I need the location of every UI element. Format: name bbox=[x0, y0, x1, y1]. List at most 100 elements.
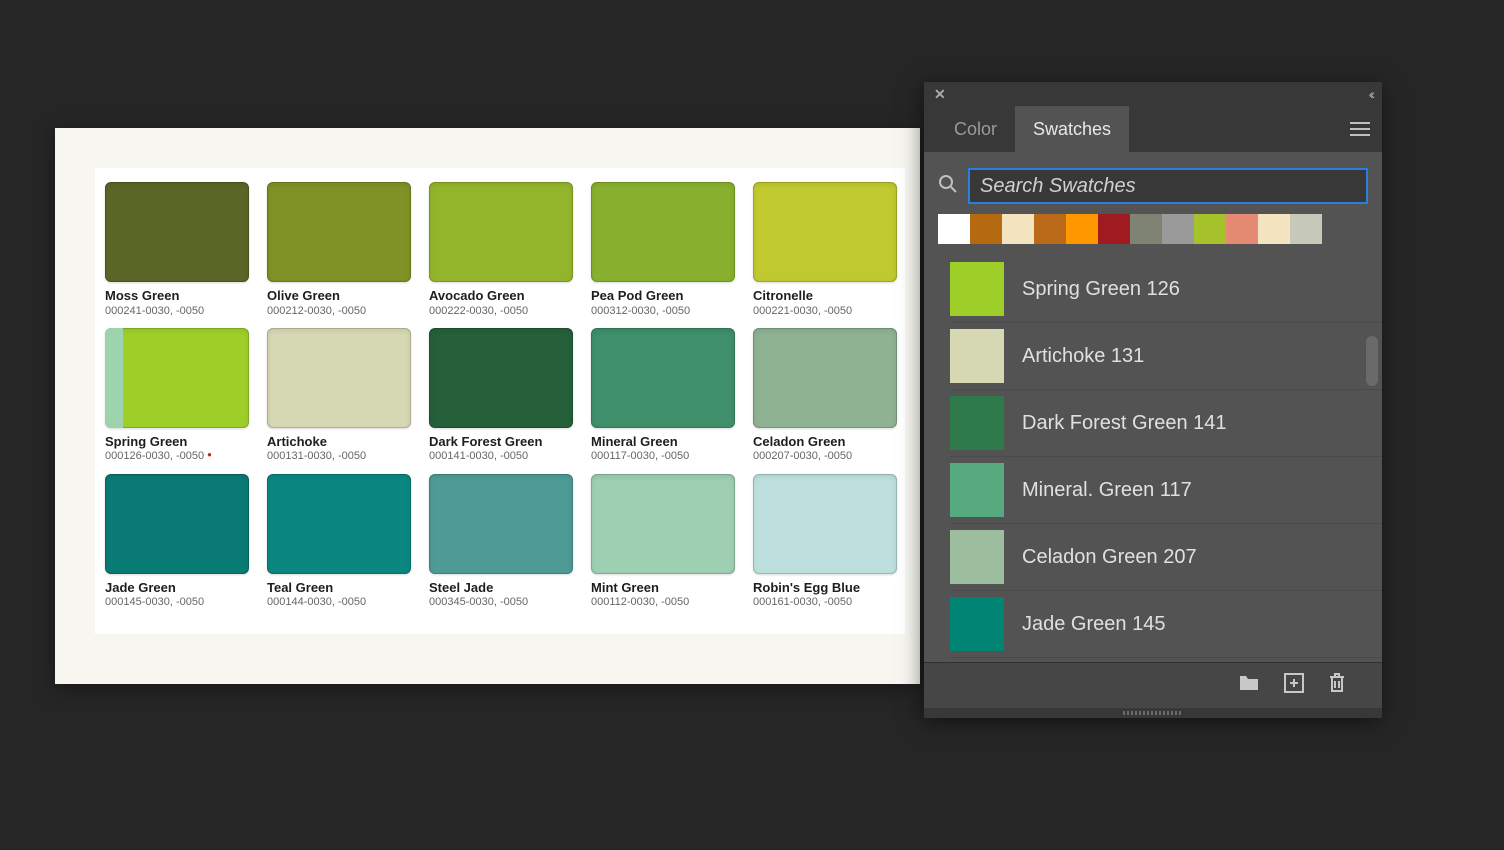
list-label: Artichoke 131 bbox=[1022, 345, 1144, 368]
list-label: Spring Green 126 bbox=[1022, 278, 1180, 301]
swatch-cell[interactable]: Spring Green000126-0030, -0050 bbox=[105, 328, 249, 464]
swatch-list-item[interactable]: Dark Forest Green 141 bbox=[950, 390, 1382, 457]
swatch-code: 000207-0030, -0050 bbox=[753, 450, 897, 463]
swatch-chip[interactable] bbox=[267, 328, 411, 428]
swatch-chip[interactable] bbox=[267, 474, 411, 574]
swatch-code: 000117-0030, -0050 bbox=[591, 450, 735, 463]
canvas-document[interactable]: Moss Green000241-0030, -0050Olive Green0… bbox=[55, 128, 920, 684]
recent-color-chip[interactable] bbox=[1226, 214, 1258, 244]
swatch-name: Spring Green bbox=[105, 434, 249, 450]
swatch-code: 000241-0030, -0050 bbox=[105, 305, 249, 318]
swatch-chip[interactable] bbox=[429, 182, 573, 282]
swatch-code: 000212-0030, -0050 bbox=[267, 305, 411, 318]
swatch-cell[interactable]: Steel Jade000345-0030, -0050 bbox=[429, 474, 573, 610]
list-label: Mineral. Green 117 bbox=[1022, 479, 1192, 502]
swatch-chip[interactable] bbox=[105, 182, 249, 282]
close-icon[interactable]: ✕ bbox=[934, 86, 946, 103]
swatch-cell[interactable]: Avocado Green000222-0030, -0050 bbox=[429, 182, 573, 318]
swatch-list-item[interactable]: Mineral. Green 117 bbox=[950, 457, 1382, 524]
folder-icon[interactable] bbox=[1238, 674, 1260, 697]
list-chip bbox=[950, 530, 1004, 584]
new-swatch-icon[interactable] bbox=[1284, 673, 1304, 698]
swatch-list-item[interactable]: Jade Green 145 bbox=[950, 591, 1382, 658]
swatch-chip[interactable] bbox=[753, 182, 897, 282]
swatch-list-item[interactable]: Spring Green 126 bbox=[950, 256, 1382, 323]
recent-color-chip[interactable] bbox=[938, 214, 970, 244]
swatches-panel: ✕ ‹‹ Color Swatches Spring Green 126 Arti… bbox=[924, 82, 1382, 718]
swatch-cell[interactable]: Mineral Green000117-0030, -0050 bbox=[591, 328, 735, 464]
recent-color-chip[interactable] bbox=[1002, 214, 1034, 244]
swatch-cell[interactable]: Olive Green000212-0030, -0050 bbox=[267, 182, 411, 318]
recent-color-chip[interactable] bbox=[1162, 214, 1194, 244]
swatch-chip[interactable] bbox=[753, 328, 897, 428]
recent-color-chip[interactable] bbox=[970, 214, 1002, 244]
swatch-code: 000126-0030, -0050 bbox=[105, 450, 249, 463]
swatch-name: Citronelle bbox=[753, 288, 897, 304]
swatch-code: 000144-0030, -0050 bbox=[267, 596, 411, 609]
list-chip bbox=[950, 262, 1004, 316]
tab-color[interactable]: Color bbox=[936, 106, 1015, 152]
swatch-cell[interactable]: Citronelle000221-0030, -0050 bbox=[753, 182, 897, 318]
swatch-chip[interactable] bbox=[429, 474, 573, 574]
swatch-cell[interactable]: Artichoke000131-0030, -0050 bbox=[267, 328, 411, 464]
list-chip bbox=[950, 329, 1004, 383]
collapse-icon[interactable]: ‹‹ bbox=[1369, 86, 1372, 102]
swatch-name: Pea Pod Green bbox=[591, 288, 735, 304]
search-input[interactable] bbox=[968, 168, 1368, 204]
panel-body: Spring Green 126 Artichoke 131 Dark Forest… bbox=[924, 152, 1382, 708]
swatch-chip[interactable] bbox=[105, 328, 249, 428]
recent-color-chip[interactable] bbox=[1130, 214, 1162, 244]
recent-color-chip[interactable] bbox=[1034, 214, 1066, 244]
swatch-chip[interactable] bbox=[267, 182, 411, 282]
list-chip bbox=[950, 597, 1004, 651]
swatch-list-item[interactable]: Celadon Green 207 bbox=[950, 524, 1382, 591]
swatch-chip[interactable] bbox=[591, 474, 735, 574]
swatch-code: 000145-0030, -0050 bbox=[105, 596, 249, 609]
list-label: Jade Green 145 bbox=[1022, 613, 1165, 636]
resize-grip[interactable] bbox=[924, 708, 1382, 718]
swatch-list[interactable]: Spring Green 126 Artichoke 131 Dark Forest… bbox=[924, 256, 1382, 662]
search-icon bbox=[938, 174, 958, 199]
tab-swatches[interactable]: Swatches bbox=[1015, 106, 1129, 152]
swatch-code: 000112-0030, -0050 bbox=[591, 596, 735, 609]
trash-icon[interactable] bbox=[1328, 672, 1346, 699]
swatch-name: Steel Jade bbox=[429, 580, 573, 596]
swatch-name: Artichoke bbox=[267, 434, 411, 450]
swatch-cell[interactable]: Dark Forest Green000141-0030, -0050 bbox=[429, 328, 573, 464]
swatch-cell[interactable]: Pea Pod Green000312-0030, -0050 bbox=[591, 182, 735, 318]
recent-color-chip[interactable] bbox=[1098, 214, 1130, 244]
list-label: Celadon Green 207 bbox=[1022, 546, 1197, 569]
swatch-chip[interactable] bbox=[591, 328, 735, 428]
panel-menu-icon[interactable] bbox=[1350, 122, 1370, 136]
swatch-code: 000221-0030, -0050 bbox=[753, 305, 897, 318]
swatch-cell[interactable]: Celadon Green000207-0030, -0050 bbox=[753, 328, 897, 464]
search-row bbox=[924, 152, 1382, 214]
recent-color-chip[interactable] bbox=[1290, 214, 1322, 244]
swatch-chip[interactable] bbox=[429, 328, 573, 428]
swatch-cell[interactable]: Mint Green000112-0030, -0050 bbox=[591, 474, 735, 610]
swatch-name: Celadon Green bbox=[753, 434, 897, 450]
swatch-name: Jade Green bbox=[105, 580, 249, 596]
swatch-cell[interactable]: Robin's Egg Blue000161-0030, -0050 bbox=[753, 474, 897, 610]
swatch-cell[interactable]: Jade Green000145-0030, -0050 bbox=[105, 474, 249, 610]
recent-color-chip[interactable] bbox=[1258, 214, 1290, 244]
swatch-cell[interactable]: Moss Green000241-0030, -0050 bbox=[105, 182, 249, 318]
panel-titlebar[interactable]: ✕ ‹‹ bbox=[924, 82, 1382, 106]
list-chip bbox=[950, 396, 1004, 450]
swatch-name: Avocado Green bbox=[429, 288, 573, 304]
swatch-code: 000312-0030, -0050 bbox=[591, 305, 735, 318]
recent-color-chip[interactable] bbox=[1194, 214, 1226, 244]
list-chip bbox=[950, 463, 1004, 517]
swatch-name: Moss Green bbox=[105, 288, 249, 304]
swatch-chip[interactable] bbox=[591, 182, 735, 282]
scrollbar-thumb[interactable] bbox=[1366, 336, 1378, 386]
swatch-name: Mineral Green bbox=[591, 434, 735, 450]
swatch-list-item[interactable]: Artichoke 131 bbox=[950, 323, 1382, 390]
recent-color-chip[interactable] bbox=[1066, 214, 1098, 244]
swatch-code: 000161-0030, -0050 bbox=[753, 596, 897, 609]
swatch-cell[interactable]: Teal Green000144-0030, -0050 bbox=[267, 474, 411, 610]
swatch-chip[interactable] bbox=[105, 474, 249, 574]
swatch-name: Olive Green bbox=[267, 288, 411, 304]
recent-colors-row bbox=[924, 214, 1382, 256]
swatch-chip[interactable] bbox=[753, 474, 897, 574]
